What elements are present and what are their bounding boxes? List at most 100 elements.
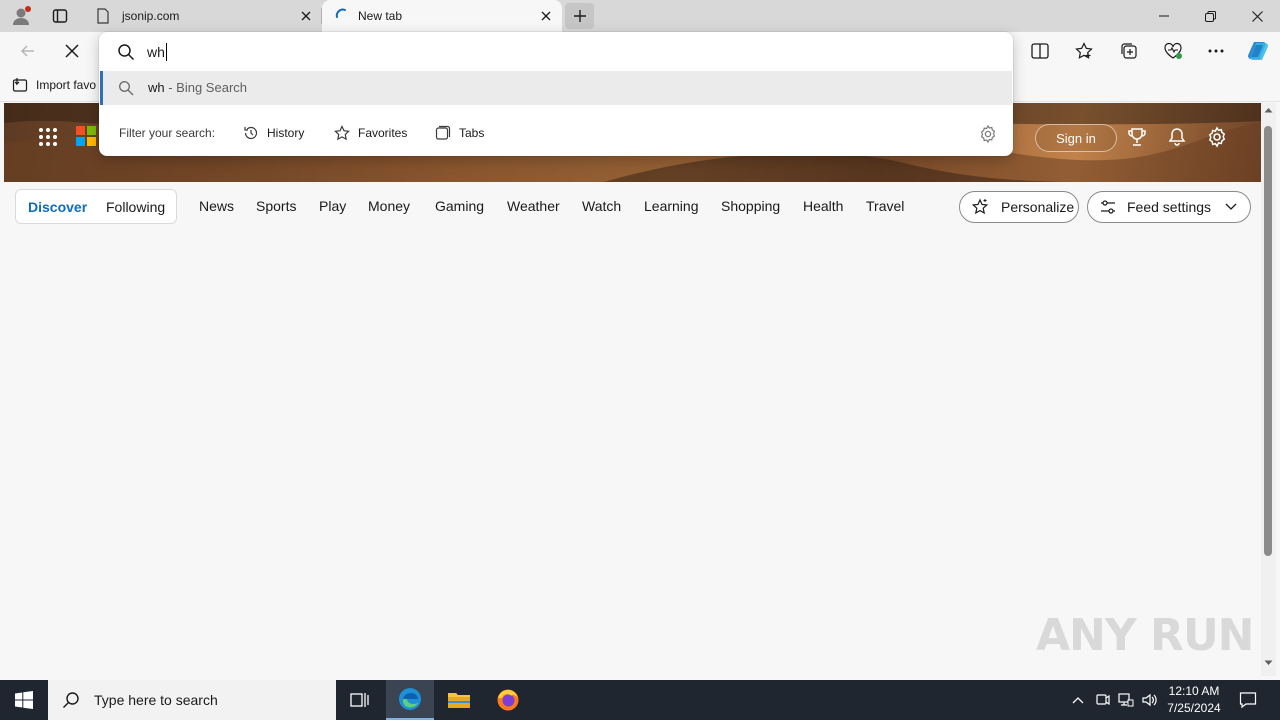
tabs-icon (435, 125, 451, 140)
feed-settings-label: Feed settings (1127, 199, 1212, 215)
taskbar-search-placeholder: Type here to search (94, 692, 218, 708)
split-screen-icon[interactable] (1026, 37, 1054, 65)
page-icon (96, 8, 110, 27)
import-icon (12, 78, 28, 92)
app-launcher-icon[interactable] (34, 123, 62, 151)
filter-tabs-button[interactable]: Tabs (435, 122, 484, 144)
feed-settings-button[interactable]: Feed settings (1087, 191, 1251, 223)
taskbar-firefox[interactable] (484, 680, 532, 720)
filter-label: Filter your search: (119, 126, 216, 140)
task-view-button[interactable] (336, 680, 384, 720)
suggestion-text: wh - Bing Search (148, 80, 247, 95)
filter-favorites-label: Favorites (358, 126, 408, 140)
star-icon (334, 125, 350, 141)
nav-learning[interactable]: Learning (644, 198, 699, 214)
tab-title: New tab (358, 9, 403, 23)
personalize-label: Personalize (1001, 199, 1075, 215)
import-favorites-label: Import favo (36, 78, 97, 92)
search-filter-row: Filter your search: History Favorites Ta… (99, 116, 1013, 148)
nav-shopping[interactable]: Shopping (721, 198, 780, 214)
tab-actions-icon[interactable] (47, 4, 73, 28)
nav-watch[interactable]: Watch (582, 198, 621, 214)
nav-sports[interactable]: Sports (256, 198, 296, 214)
import-favorites-button[interactable]: Import favo (12, 77, 96, 93)
personalize-button[interactable]: Personalize (959, 191, 1079, 223)
network-icon[interactable] (1116, 690, 1136, 710)
volume-icon[interactable] (1140, 690, 1160, 710)
tab-following[interactable]: Following (106, 199, 165, 215)
close-icon[interactable] (298, 8, 314, 24)
filter-history-button[interactable]: History (243, 122, 304, 144)
taskbar-edge[interactable] (386, 680, 434, 720)
anyrun-watermark: ANY RUN (1036, 610, 1254, 661)
tab-new-tab[interactable]: New tab (322, 0, 562, 32)
tab-discover[interactable]: Discover (28, 199, 87, 215)
scroll-up-icon[interactable] (1264, 107, 1273, 113)
new-tab-page: Sign in Discover Following News Sports P… (4, 103, 1261, 676)
new-tab-button[interactable] (565, 3, 594, 29)
search-icon (119, 81, 134, 96)
nav-play[interactable]: Play (319, 198, 346, 214)
start-button[interactable] (0, 680, 48, 720)
filter-history-label: History (267, 126, 305, 140)
suggestion-suffix: - Bing Search (164, 80, 247, 95)
favorites-icon[interactable] (1070, 37, 1098, 65)
history-icon (244, 126, 258, 140)
tab-strip: jsonip.com New tab (0, 0, 1280, 32)
profile-icon[interactable] (8, 4, 34, 28)
firefox-icon (497, 689, 519, 711)
scrollbar-thumb[interactable] (1264, 126, 1272, 556)
search-icon (118, 44, 135, 61)
restore-button[interactable] (1187, 0, 1233, 32)
taskbar-search-box[interactable]: Type here to search (48, 680, 336, 720)
close-icon[interactable] (538, 8, 554, 24)
sign-in-button[interactable]: Sign in (1035, 124, 1117, 152)
minimize-button[interactable] (1141, 0, 1187, 32)
tab-jsonip[interactable]: jsonip.com (86, 0, 322, 32)
suggestion-term: wh (148, 80, 165, 95)
sparkle-star-icon (971, 198, 989, 215)
close-window-button[interactable] (1234, 0, 1280, 32)
nav-travel[interactable]: Travel (866, 198, 904, 214)
show-hidden-icons-icon[interactable] (1068, 690, 1088, 710)
page-settings-gear-icon[interactable] (1205, 125, 1229, 149)
loading-spinner-icon (334, 8, 348, 25)
stop-loading-button[interactable] (58, 37, 86, 65)
text-caret (166, 43, 167, 61)
scroll-down-icon[interactable] (1264, 660, 1273, 666)
windows-taskbar: Type here to search 12:10 AM 7/25/2024 (0, 680, 1280, 720)
filter-favorites-button[interactable]: Favorites (334, 122, 407, 144)
more-options-icon[interactable] (1202, 37, 1230, 65)
nav-money[interactable]: Money (368, 198, 410, 214)
system-clock[interactable]: 12:10 AM 7/25/2024 (1162, 683, 1226, 717)
nav-weather[interactable]: Weather (507, 198, 560, 214)
search-icon (63, 692, 79, 708)
browser-essentials-icon[interactable] (1159, 37, 1187, 65)
task-view-icon (350, 693, 369, 707)
clock-time: 12:10 AM (1168, 684, 1220, 698)
sliders-icon (1101, 200, 1115, 214)
folder-icon (448, 693, 470, 708)
nav-gaming[interactable]: Gaming (435, 198, 484, 214)
action-center-icon[interactable] (1236, 688, 1260, 712)
windows-logo-icon (15, 691, 33, 709)
address-bar-input[interactable] (147, 42, 947, 62)
meet-now-icon[interactable] (1093, 690, 1113, 710)
filter-tabs-label: Tabs (459, 126, 485, 140)
microsoft-logo-icon[interactable] (76, 126, 96, 146)
back-button[interactable] (14, 37, 42, 65)
plus-icon (573, 10, 586, 22)
collections-icon[interactable] (1115, 37, 1143, 65)
nav-health[interactable]: Health (803, 198, 843, 214)
search-settings-gear-icon[interactable] (978, 124, 998, 144)
search-suggestion[interactable]: wh - Bing Search (100, 71, 1012, 105)
taskbar-file-explorer[interactable] (435, 680, 483, 720)
nav-news[interactable]: News (199, 198, 234, 214)
copilot-icon[interactable] (1244, 37, 1272, 65)
rewards-trophy-icon[interactable] (1125, 125, 1149, 149)
notifications-bell-icon[interactable] (1165, 125, 1189, 149)
chevron-down-icon (1225, 203, 1237, 210)
edge-icon (399, 688, 421, 710)
clock-date: 7/25/2024 (1167, 701, 1221, 715)
feed-mode-toggle: Discover Following (15, 189, 177, 224)
